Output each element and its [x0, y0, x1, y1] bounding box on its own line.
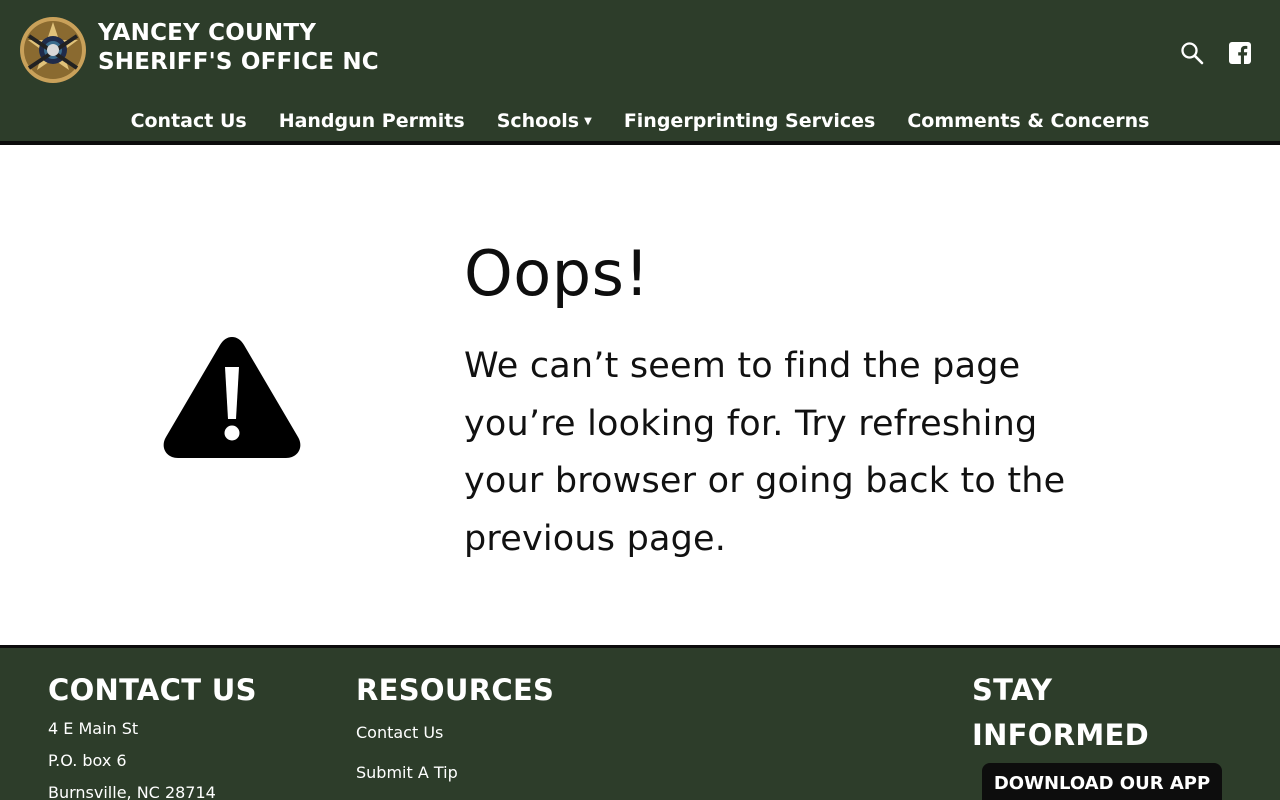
nav-item-label: Handgun Permits [278, 110, 465, 132]
footer-address-line: P.O. box 6 [48, 751, 127, 770]
search-icon[interactable] [1179, 40, 1205, 66]
site-title-line2: SHERIFF'S OFFICE NC [98, 49, 379, 75]
site-header: YANCEY COUNTY SHERIFF'S OFFICE NC Contac… [0, 0, 1280, 145]
footer-resources-heading: RESOURCES [356, 673, 555, 707]
footer-resources: RESOURCES Contact Us Submit A Tip [356, 648, 554, 793]
error-message-line: your browser or going back to the [464, 461, 1066, 501]
site-title[interactable]: YANCEY COUNTY SHERIFF'S OFFICE NC [98, 19, 379, 77]
facebook-icon[interactable] [1227, 40, 1253, 66]
nav-schools[interactable]: Schools ▼ [481, 104, 608, 138]
footer-link-contact-us[interactable]: Contact Us [356, 713, 554, 753]
error-message-line: We can’t seem to find the page [464, 346, 1021, 386]
nav-item-label: Comments & Concerns [907, 110, 1150, 132]
main-nav: Contact Us Handgun Permits Schools ▼ Fing… [0, 104, 1280, 138]
error-title: Oops! [464, 237, 650, 310]
footer-contact-heading: CONTACT US [48, 673, 257, 707]
nav-fingerprinting-services[interactable]: Fingerprinting Services [608, 104, 892, 138]
error-content: Oops! We can’t seem to find the page you… [0, 145, 1280, 645]
nav-contact-us[interactable]: Contact Us [115, 104, 263, 138]
footer-link-submit-tip[interactable]: Submit A Tip [356, 753, 554, 793]
sheriff-badge-logo[interactable] [19, 14, 87, 86]
error-message-line: previous page. [464, 518, 727, 559]
download-app-button[interactable]: DOWNLOAD OUR APP [982, 763, 1222, 800]
nav-item-label: Fingerprinting Services [623, 110, 876, 132]
footer-contact: CONTACT US 4 E Main St P.O. box 6 Burnsv… [48, 648, 257, 800]
nav-item-label: Contact Us [130, 110, 247, 132]
warning-icon [161, 331, 303, 459]
footer-stay-informed: STAY INFORMED [972, 648, 1232, 758]
error-message: We can’t seem to find the page you’re lo… [464, 338, 1164, 568]
footer-address-line: Burnsville, NC 28714 [48, 783, 216, 800]
nav-item-label: Schools [496, 110, 580, 132]
site-title-line1: YANCEY COUNTY [98, 20, 317, 46]
nav-handgun-permits[interactable]: Handgun Permits [263, 104, 481, 138]
footer-stay-heading: STAY INFORMED [972, 673, 1149, 752]
error-message-line: you’re looking for. Try refreshing [464, 403, 1038, 444]
nav-comments-concerns[interactable]: Comments & Concerns [891, 104, 1165, 138]
caret-down-icon: ▼ [584, 116, 592, 127]
footer-address-line: 4 E Main St [48, 719, 139, 738]
